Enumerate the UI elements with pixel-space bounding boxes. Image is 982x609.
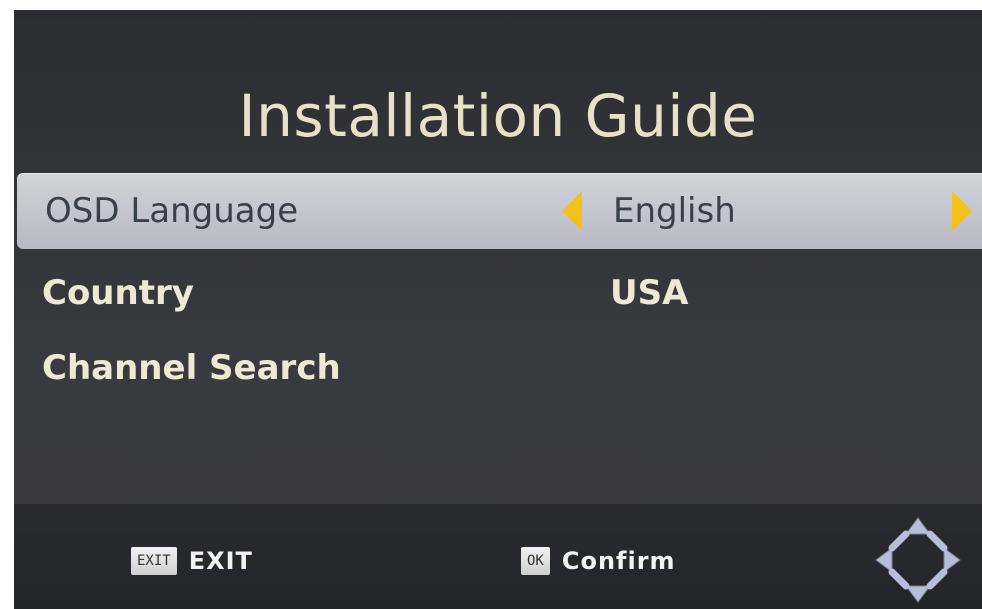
menu-item-osd-language[interactable]: OSD Language English — [17, 173, 982, 249]
installation-guide-screen: Installation Guide OSD Language English … — [14, 10, 982, 609]
confirm-label: Confirm — [561, 547, 676, 575]
exit-label: EXIT — [188, 547, 253, 575]
ok-key-icon: OK — [521, 547, 550, 575]
menu-item-value: USA — [610, 273, 689, 313]
exit-key[interactable]: EXIT EXIT — [131, 547, 253, 575]
left-arrow-icon[interactable] — [562, 191, 582, 231]
right-arrow-icon[interactable] — [952, 191, 972, 231]
menu-item-value: English — [613, 191, 736, 231]
confirm-key[interactable]: OK Confirm — [521, 547, 676, 575]
menu-item-country[interactable]: Country USA — [14, 255, 982, 331]
menu-item-channel-search[interactable]: Channel Search — [14, 330, 982, 406]
menu-item-label: Channel Search — [42, 348, 341, 388]
menu-item-label: OSD Language — [45, 191, 299, 231]
page-title: Installation Guide — [238, 82, 758, 150]
menu-item-label: Country — [42, 273, 194, 313]
footer-bar: EXIT EXIT OK Confirm — [14, 504, 982, 609]
exit-key-icon: EXIT — [131, 547, 177, 575]
dpad-icon — [875, 517, 961, 603]
